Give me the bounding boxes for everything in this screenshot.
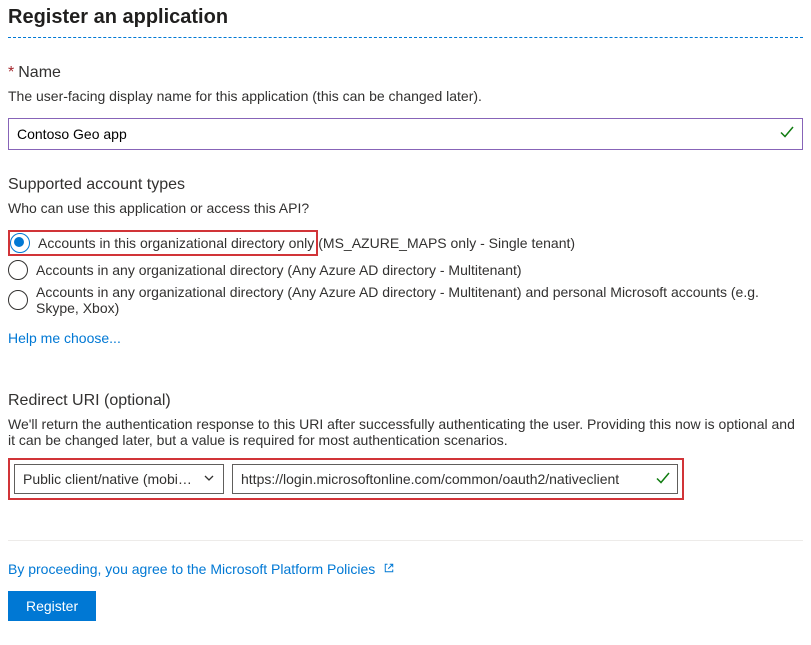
radio-label-suffix: (MS_AZURE_MAPS only - Single tenant) <box>318 235 575 251</box>
account-type-option-0[interactable]: Accounts in this organizational director… <box>8 230 803 256</box>
radio-label-main: Accounts in any organizational directory… <box>36 284 803 316</box>
radio-icon <box>8 290 28 310</box>
redirect-highlight-box: Public client/native (mobile ... https:/… <box>8 458 684 500</box>
radio-icon <box>10 233 30 253</box>
platform-dropdown-value: Public client/native (mobile ... <box>23 471 193 487</box>
radio-icon <box>8 260 28 280</box>
platform-dropdown[interactable]: Public client/native (mobile ... <box>14 464 224 494</box>
redirect-help: We'll return the authentication response… <box>8 416 803 448</box>
external-link-icon <box>383 563 395 577</box>
account-type-option-2[interactable]: Accounts in any organizational directory… <box>8 284 803 316</box>
radio-label-main: Accounts in this organizational director… <box>38 235 314 251</box>
page-title: Register an application <box>8 6 803 29</box>
register-button[interactable]: Register <box>8 591 96 621</box>
account-types-title: Supported account types <box>8 176 803 194</box>
checkmark-icon <box>655 470 671 489</box>
chevron-down-icon <box>203 471 215 487</box>
redirect-title: Redirect URI (optional) <box>8 392 803 410</box>
help-me-choose-link[interactable]: Help me choose... <box>8 330 121 346</box>
title-separator <box>8 37 803 38</box>
name-label: *Name <box>8 64 803 82</box>
policy-link-text: By proceeding, you agree to the Microsof… <box>8 561 375 577</box>
radio-label-main: Accounts in any organizational directory… <box>36 262 522 278</box>
account-type-option-1[interactable]: Accounts in any organizational directory… <box>8 260 803 280</box>
account-types-help: Who can use this application or access t… <box>8 200 803 216</box>
platform-policies-link[interactable]: By proceeding, you agree to the Microsof… <box>8 561 395 577</box>
app-name-input[interactable] <box>8 118 803 150</box>
name-help-text: The user-facing display name for this ap… <box>8 88 803 104</box>
highlight-box-option-0: Accounts in this organizational director… <box>8 230 318 256</box>
redirect-uri-value: https://login.microsoftonline.com/common… <box>241 471 619 487</box>
footer-separator <box>8 540 803 541</box>
name-label-text: Name <box>18 64 61 81</box>
redirect-uri-input[interactable]: https://login.microsoftonline.com/common… <box>232 464 678 494</box>
checkmark-icon <box>779 124 795 143</box>
required-star-icon: * <box>8 64 14 81</box>
